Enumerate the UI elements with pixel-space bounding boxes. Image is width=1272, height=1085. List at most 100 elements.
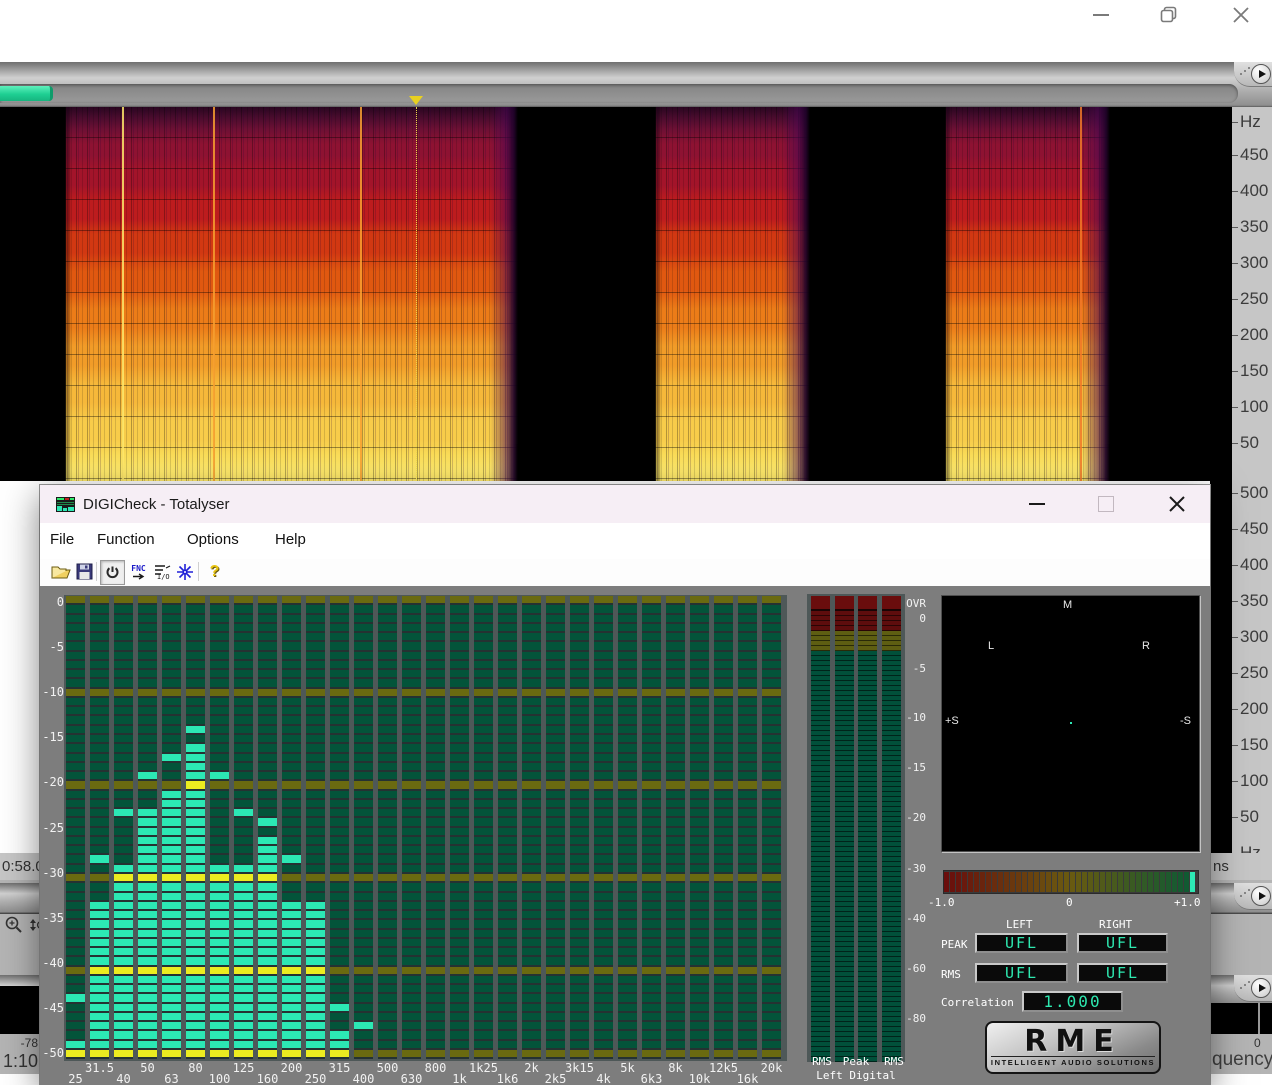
spectrum-segment [210, 726, 229, 735]
digicheck-close-button[interactable] [1167, 494, 1187, 514]
spectrum-segment [258, 772, 277, 781]
spectrum-segment [570, 994, 589, 1003]
spectrum-segment [618, 976, 637, 985]
zoom-tool-button[interactable] [4, 915, 24, 940]
spectrum-segment [66, 670, 85, 679]
pane-menu-button[interactable] [1251, 978, 1271, 998]
spectrum-segment [714, 994, 733, 1003]
spectrum-segment [282, 689, 301, 698]
db-scale-label: -20 [42, 775, 64, 789]
spectrum-segment [330, 874, 349, 883]
spectrum-segment [714, 642, 733, 651]
pane-grip[interactable] [1240, 67, 1250, 77]
spectrum-segment [474, 781, 493, 790]
correlation-value: 1.000 [1022, 991, 1123, 1012]
io-setup-button[interactable]: I/O [152, 561, 173, 582]
spectrum-segment [114, 855, 133, 864]
spectrum-segment [450, 698, 469, 707]
spectrum-segment [618, 1004, 637, 1013]
pane-grip[interactable] [1240, 981, 1250, 991]
spectrum-segment [618, 670, 637, 679]
digicheck-minimize-button[interactable] [1029, 503, 1045, 505]
spectrum-segment [618, 781, 637, 790]
spectrum-segment [522, 1004, 541, 1013]
host-close-button[interactable] [1218, 0, 1264, 30]
spectrum-segment [498, 1013, 517, 1022]
scrollbar-thumb[interactable] [0, 86, 53, 101]
spectrum-segment [210, 800, 229, 809]
spectrum-segment [642, 957, 661, 966]
menu-function[interactable]: Function [97, 531, 155, 548]
spectrum-segment [354, 763, 373, 772]
spectrum-segment [306, 911, 325, 920]
pane-menu-button[interactable] [1251, 886, 1271, 906]
spectrum-segment [258, 661, 277, 670]
spectrum-segment [114, 939, 133, 948]
spectrum-segment [618, 679, 637, 688]
spectrum-segment [90, 679, 109, 688]
spectrum-segment [114, 624, 133, 633]
magnifier-plus-icon [4, 915, 24, 935]
spectrum-segment [282, 735, 301, 744]
spectrum-segment [378, 735, 397, 744]
spectrum-segment [210, 735, 229, 744]
digicheck-titlebar[interactable]: DIGICheck - Totalyser [40, 485, 1210, 523]
menu-file[interactable]: File [50, 531, 74, 548]
power-button[interactable] [100, 560, 125, 585]
spectrum-segment [90, 837, 109, 846]
pane-menu-button[interactable] [1251, 64, 1271, 84]
spectrum-segment [90, 920, 109, 929]
spectrum-segment [402, 689, 421, 698]
host-minimize-button[interactable] [1078, 0, 1124, 30]
menu-options[interactable]: Options [187, 531, 239, 548]
brightness-button[interactable] [174, 561, 195, 582]
spectrum-segment [378, 716, 397, 725]
spectrum-segment [402, 939, 421, 948]
spectrum-segment [594, 800, 613, 809]
fnc-button[interactable]: FNC [128, 561, 149, 582]
spectrum-segment [618, 605, 637, 614]
scope-label-minus-s: -S [1180, 715, 1191, 727]
open-button[interactable] [50, 561, 71, 582]
freq-tick-label: 200 [1240, 325, 1268, 345]
spectrum-segment [546, 763, 565, 772]
spectrum-segment [738, 828, 757, 837]
spectrum-segment [210, 633, 229, 642]
spectrum-segment [666, 1013, 685, 1022]
spectrum-segment [354, 624, 373, 633]
spectrum-segment [258, 930, 277, 939]
horizontal-scrollbar[interactable] [0, 84, 1238, 103]
spectrum-segment [642, 967, 661, 976]
spectrum-segment [354, 976, 373, 985]
spectrum-segment [162, 707, 181, 716]
freq-tick-label: 200 [1240, 699, 1268, 719]
pane-grip[interactable] [1240, 889, 1250, 899]
spectrogram-view[interactable] [0, 107, 1232, 481]
spectrum-segment [738, 818, 757, 827]
spectrum-segment [594, 642, 613, 651]
help-button[interactable]: ? [204, 561, 225, 582]
spectrum-segment [426, 754, 445, 763]
spectrum-segment [258, 698, 277, 707]
spectrum-segment [714, 1041, 733, 1050]
digicheck-maximize-button[interactable] [1098, 496, 1114, 512]
spectrum-segment [330, 893, 349, 902]
spectrum-segment [738, 615, 757, 624]
spectrum-segment [138, 883, 157, 892]
spectrum-segment [90, 707, 109, 716]
save-button[interactable] [74, 561, 95, 582]
spectrum-segment [354, 930, 373, 939]
correlation-segment [1166, 872, 1171, 892]
spectrum-segment [738, 800, 757, 809]
menu-help[interactable]: Help [275, 531, 306, 548]
spectrum-segment [522, 772, 541, 781]
spectrum-segment [186, 920, 205, 929]
playhead-marker[interactable] [409, 96, 423, 105]
host-restore-button[interactable] [1146, 0, 1192, 30]
spectrum-segment [282, 800, 301, 809]
spectrum-bar [450, 596, 469, 1059]
spectrum-segment [594, 1031, 613, 1040]
spectrum-segment [498, 735, 517, 744]
spectrum-segment [450, 985, 469, 994]
spectrum-segment [594, 865, 613, 874]
